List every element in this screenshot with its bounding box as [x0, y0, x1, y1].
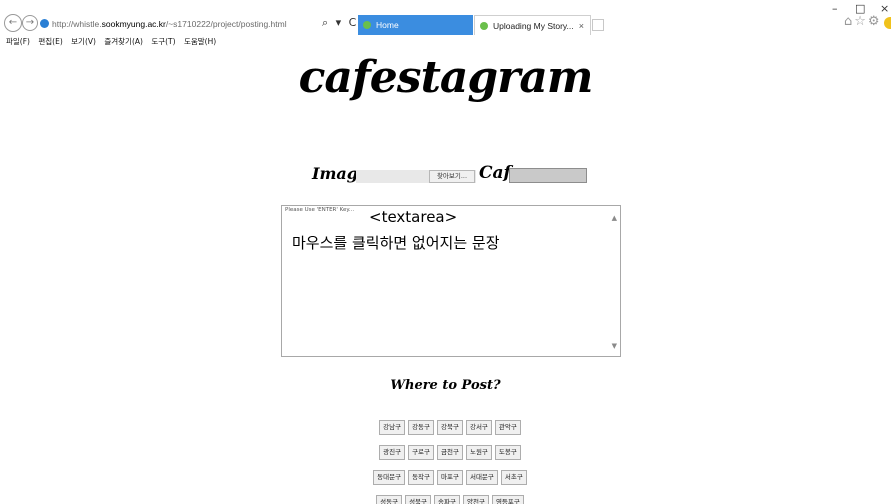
address-bar[interactable]: http://whistle.sookmyung.ac.kr/~s1710222…: [52, 17, 302, 31]
address-domain: sookmyung.ac.kr: [101, 19, 166, 29]
district-row: 동대문구 동작구 마포구 서대문구 서초구: [340, 470, 560, 487]
tab-home[interactable]: Home: [358, 15, 473, 35]
district-button[interactable]: 양천구: [462, 495, 489, 504]
scroll-down-arrow-icon[interactable]: ▼: [612, 342, 617, 350]
menu-bar: 파일(F) 편집(E) 보기(V) 즐겨찾기(A) 도구(T) 도움말(H): [0, 36, 891, 48]
new-tab-button[interactable]: [592, 19, 604, 31]
browser-chrome: ← → http://whistle.sookmyung.ac.kr/~s171…: [0, 0, 891, 36]
district-button[interactable]: 서초구: [500, 470, 527, 485]
address-prefix: http://whistle.: [52, 19, 102, 29]
district-button[interactable]: 금천구: [437, 445, 463, 460]
district-button[interactable]: 강북구: [437, 420, 463, 435]
menu-tools[interactable]: 도구(T): [151, 37, 175, 46]
scroll-up-arrow-icon[interactable]: ▲: [612, 214, 617, 222]
district-row: 성동구 성북구 송파구 양천구 영등포구: [340, 495, 560, 504]
district-button[interactable]: 광진구: [379, 445, 406, 460]
district-button[interactable]: 도봉구: [494, 445, 521, 460]
district-button[interactable]: 동대문구: [373, 470, 406, 485]
search-refresh-icons[interactable]: ⌕ ▾ C: [322, 16, 358, 30]
menu-edit[interactable]: 편집(E): [38, 37, 62, 46]
address-path: /~s1710222/project/posting.html: [165, 19, 287, 29]
tab-favicon-icon: [363, 21, 371, 29]
district-button[interactable]: 마포구: [437, 470, 463, 485]
district-button[interactable]: 동작구: [408, 470, 435, 485]
site-logo: cafestagram: [298, 52, 594, 103]
post-textarea[interactable]: Please Use 'ENTER' Key... <textarea> 마우스…: [281, 205, 621, 357]
back-arrow-icon[interactable]: ←: [4, 14, 22, 32]
site-favicon-icon: [40, 19, 49, 28]
district-button[interactable]: 서대문구: [465, 470, 498, 485]
textarea-placeholder: Please Use 'ENTER' Key...: [285, 207, 355, 213]
browse-file-button[interactable]: 찾아보기...: [429, 170, 475, 183]
district-button[interactable]: 영등포구: [491, 495, 524, 504]
tab-uploading[interactable]: Uploading My Story... ×: [474, 15, 591, 35]
tab-uploading-label: Uploading My Story...: [493, 21, 574, 31]
district-button[interactable]: 성동구: [376, 495, 403, 504]
menu-help[interactable]: 도움말(H): [184, 37, 216, 46]
menu-view[interactable]: 보기(V): [71, 37, 96, 46]
where-to-post-heading: Where to Post?: [390, 378, 501, 393]
district-button[interactable]: 송파구: [434, 495, 460, 504]
district-button[interactable]: 강서구: [465, 420, 492, 435]
menu-file[interactable]: 파일(F): [6, 37, 30, 46]
district-button[interactable]: 구로구: [408, 445, 435, 460]
feedback-smiley-icon[interactable]: [884, 17, 891, 29]
district-buttons: 강남구 강동구 강북구 강서구 관악구 광진구 구로구 금천구 노원구 도봉구 …: [340, 420, 560, 504]
home-favorites-settings-icons[interactable]: ⌂☆⚙: [844, 14, 882, 29]
district-button[interactable]: 관악구: [494, 420, 521, 435]
minimize-icon[interactable]: –: [832, 2, 838, 15]
district-button[interactable]: 강남구: [379, 420, 406, 435]
district-row: 광진구 구로구 금천구 노원구 도봉구: [340, 445, 560, 462]
forward-arrow-icon[interactable]: →: [22, 15, 38, 31]
tab-close-icon[interactable]: ×: [579, 16, 584, 35]
tab-home-label: Home: [376, 20, 399, 30]
district-button[interactable]: 성북구: [405, 495, 432, 504]
district-button[interactable]: 강동구: [408, 420, 435, 435]
cafe-input[interactable]: [509, 168, 587, 183]
district-button[interactable]: 노원구: [465, 445, 492, 460]
menu-favorites[interactable]: 즐겨찾기(A): [104, 37, 143, 46]
textarea-tag-text: <textarea>: [369, 208, 458, 226]
textarea-message: 마우스를 클릭하면 없어지는 문장: [292, 234, 500, 252]
district-row: 강남구 강동구 강북구 강서구 관악구: [340, 420, 560, 437]
tab-favicon-icon: [480, 22, 488, 30]
